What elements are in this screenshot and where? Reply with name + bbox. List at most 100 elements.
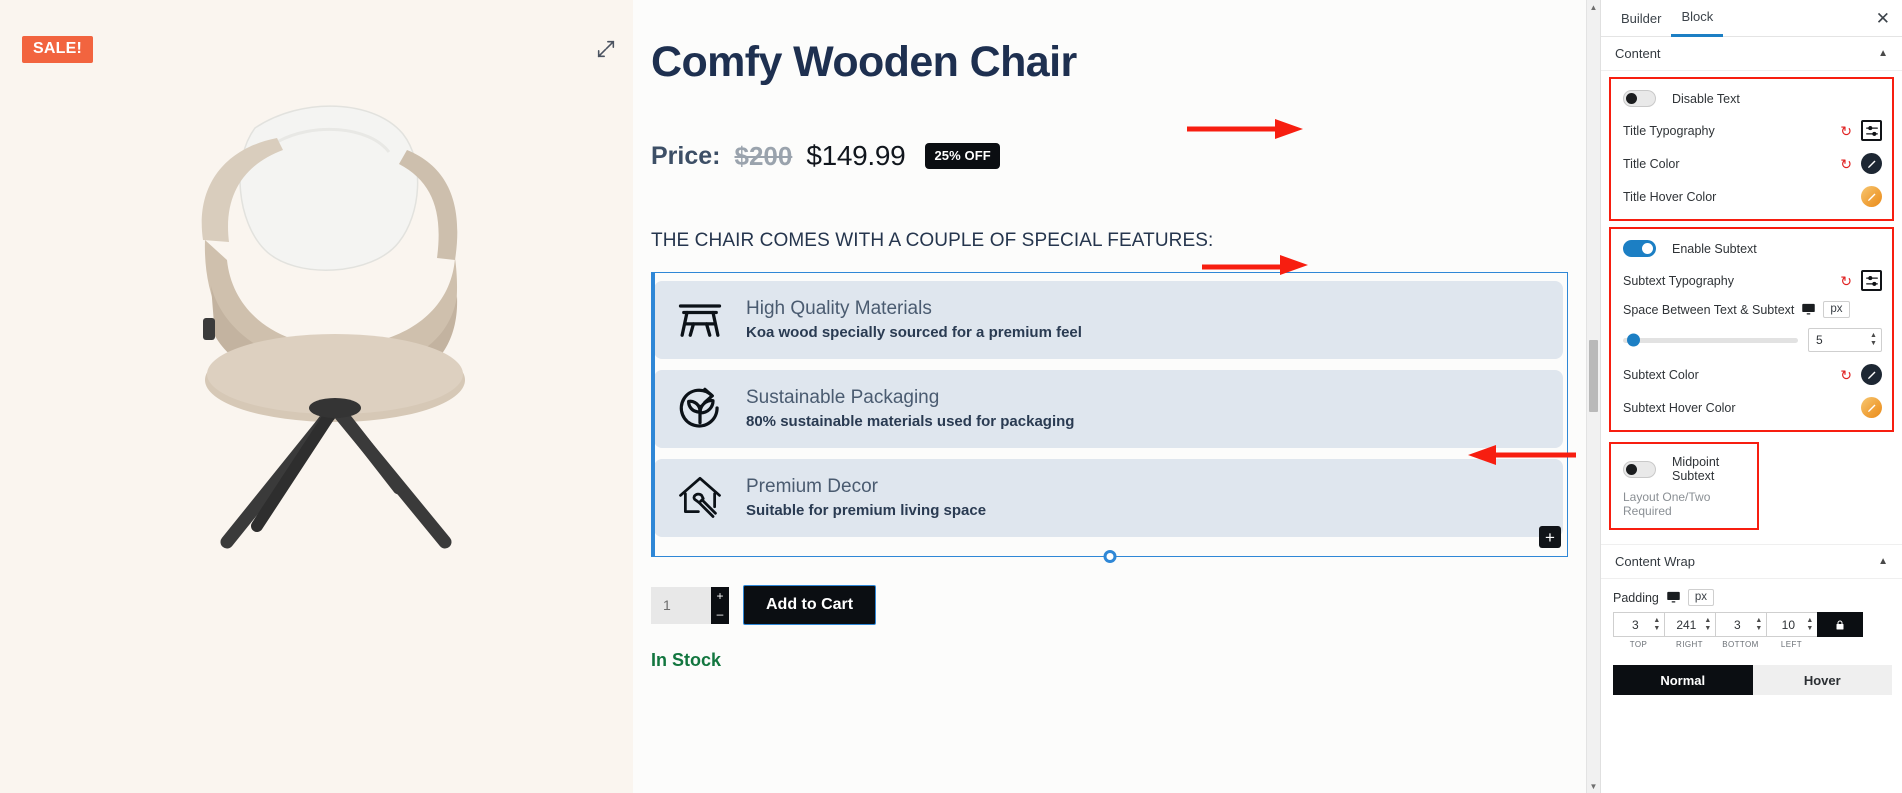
product-details-pane: Comfy Wooden Chair Price: $200 $149.99 2… bbox=[633, 0, 1600, 793]
reset-icon[interactable]: ↻ bbox=[1840, 274, 1852, 288]
padding-right-caption: RIGHT bbox=[1676, 640, 1703, 649]
spinner-up[interactable]: ▲ bbox=[1755, 617, 1763, 625]
page-scrollbar[interactable]: ▲ ▼ bbox=[1586, 0, 1600, 793]
block-accent-bar bbox=[652, 273, 655, 557]
feature-text: Sustainable Packaging 80% sustainable ma… bbox=[746, 387, 1074, 430]
reset-icon[interactable]: ↻ bbox=[1840, 124, 1852, 138]
unit-px-chip[interactable]: px bbox=[1687, 589, 1715, 606]
feature-item[interactable]: Premium Decor Suitable for premium livin… bbox=[654, 459, 1563, 538]
padding-left-caption: LEFT bbox=[1780, 640, 1803, 649]
padding-left-field[interactable]: ▲ ▼ bbox=[1766, 612, 1818, 637]
spinner-down[interactable]: ▼ bbox=[1653, 625, 1661, 633]
disable-text-toggle[interactable] bbox=[1623, 90, 1656, 107]
number-spinner[interactable]: ▲ ▼ bbox=[1869, 332, 1881, 348]
enable-subtext-toggle[interactable] bbox=[1623, 240, 1656, 257]
number-spinner[interactable]: ▲ ▼ bbox=[1755, 617, 1766, 633]
slider-thumb[interactable] bbox=[1627, 333, 1641, 347]
section-title-content-wrap: Content Wrap bbox=[1615, 554, 1695, 569]
spinner-down[interactable]: ▼ bbox=[1755, 625, 1763, 633]
feature-title: High Quality Materials bbox=[746, 297, 932, 319]
padding-row: Padding px bbox=[1601, 579, 1902, 608]
scroll-down-arrow[interactable]: ▼ bbox=[1587, 779, 1600, 793]
spinner-up[interactable]: ▲ bbox=[1704, 617, 1712, 625]
features-heading: THE CHAIR COMES WITH A COUPLE OF SPECIAL… bbox=[651, 230, 1214, 252]
section-header-content-wrap[interactable]: Content Wrap ▲ bbox=[1601, 544, 1902, 579]
feature-text: High Quality Materials Koa wood speciall… bbox=[746, 298, 1082, 341]
reset-icon[interactable]: ↻ bbox=[1840, 368, 1852, 382]
chair-illustration bbox=[201, 105, 465, 549]
quantity-increase-button[interactable]: + bbox=[711, 586, 729, 606]
spinner-down[interactable]: ▼ bbox=[1869, 340, 1878, 348]
close-icon[interactable]: ✕ bbox=[1876, 10, 1890, 27]
section-header-content[interactable]: Content ▲ bbox=[1601, 37, 1902, 71]
reset-icon[interactable]: ↻ bbox=[1840, 157, 1852, 171]
text-settings-group: Disable Text Title Typography ↻ Title Co… bbox=[1609, 77, 1894, 221]
title-hover-color-row: Title Hover Color bbox=[1611, 180, 1892, 213]
color-swatch-dark[interactable] bbox=[1861, 364, 1882, 385]
tab-builder[interactable]: Builder bbox=[1611, 0, 1671, 37]
recycle-plant-icon bbox=[679, 387, 719, 428]
space-between-input[interactable] bbox=[1809, 329, 1870, 351]
padding-right-input[interactable] bbox=[1665, 613, 1704, 636]
disable-text-row[interactable]: Disable Text bbox=[1611, 83, 1892, 114]
builder-sidebar: Builder Block ✕ Content ▲ Disable Text T… bbox=[1600, 0, 1902, 793]
sale-badge: SALE! bbox=[22, 36, 93, 63]
feature-item[interactable]: Sustainable Packaging 80% sustainable ma… bbox=[654, 370, 1563, 449]
add-to-cart-button[interactable]: Add to Cart bbox=[743, 585, 877, 626]
color-swatch-orange[interactable] bbox=[1861, 186, 1882, 207]
spinner-down[interactable]: ▼ bbox=[1806, 625, 1814, 633]
spinner-up[interactable]: ▲ bbox=[1806, 617, 1814, 625]
quantity-stepper[interactable]: + – bbox=[651, 586, 729, 624]
padding-right-field[interactable]: ▲ ▼ bbox=[1664, 612, 1716, 637]
subtext-hover-color-row: Subtext Hover Color bbox=[1611, 391, 1892, 424]
state-normal-button[interactable]: Normal bbox=[1613, 665, 1753, 695]
quantity-input[interactable] bbox=[651, 586, 711, 624]
chevron-up-icon[interactable]: ▲ bbox=[1878, 48, 1888, 59]
padding-top-caption: TOP bbox=[1629, 640, 1648, 649]
number-spinner[interactable]: ▲ ▼ bbox=[1653, 617, 1664, 633]
unit-px-chip[interactable]: px bbox=[1823, 301, 1850, 318]
padding-top-input[interactable] bbox=[1614, 613, 1653, 636]
midpoint-subtext-toggle[interactable] bbox=[1623, 460, 1656, 478]
lock-icon[interactable] bbox=[1817, 612, 1863, 637]
color-swatch-orange[interactable] bbox=[1861, 397, 1882, 418]
feature-subtext: Koa wood specially sourced for a premium… bbox=[746, 323, 1082, 341]
padding-top-field[interactable]: ▲ ▼ bbox=[1613, 612, 1665, 637]
typography-icon[interactable] bbox=[1861, 270, 1882, 291]
desktop-icon[interactable] bbox=[1801, 302, 1816, 317]
scrollbar-thumb[interactable] bbox=[1589, 340, 1598, 412]
number-spinner[interactable]: ▲ ▼ bbox=[1704, 617, 1715, 633]
number-spinner[interactable]: ▲ ▼ bbox=[1806, 617, 1817, 633]
feature-item[interactable]: High Quality Materials Koa wood speciall… bbox=[654, 281, 1563, 360]
sidebar-body: Disable Text Title Typography ↻ Title Co… bbox=[1601, 71, 1902, 793]
padding-bottom-field[interactable]: ▲ ▼ bbox=[1715, 612, 1767, 637]
chevron-up-icon[interactable]: ▲ bbox=[1878, 556, 1888, 567]
state-hover-button[interactable]: Hover bbox=[1752, 665, 1892, 695]
scroll-up-arrow[interactable]: ▲ bbox=[1587, 0, 1600, 14]
block-resize-handle[interactable] bbox=[1103, 550, 1116, 564]
subtext-settings-group: Enable Subtext Subtext Typography ↻ Spac… bbox=[1609, 227, 1894, 432]
feature-text: Premium Decor Suitable for premium livin… bbox=[746, 476, 986, 519]
spinner-up[interactable]: ▲ bbox=[1653, 617, 1661, 625]
quantity-buttons: + – bbox=[711, 586, 729, 624]
spinner-down[interactable]: ▼ bbox=[1704, 625, 1712, 633]
desktop-icon[interactable] bbox=[1666, 590, 1681, 605]
product-photo bbox=[0, 90, 633, 650]
padding-bottom-input[interactable] bbox=[1716, 613, 1755, 636]
padding-left-input[interactable] bbox=[1767, 613, 1806, 636]
spinner-up[interactable]: ▲ bbox=[1869, 332, 1878, 340]
title-hover-color-label: Title Hover Color bbox=[1623, 189, 1717, 204]
enable-subtext-row[interactable]: Enable Subtext bbox=[1611, 233, 1892, 264]
tab-block[interactable]: Block bbox=[1671, 0, 1724, 37]
typography-icon[interactable] bbox=[1861, 120, 1882, 141]
add-block-button[interactable]: + bbox=[1539, 526, 1561, 549]
space-between-slider[interactable] bbox=[1623, 333, 1798, 347]
selected-features-block[interactable]: High Quality Materials Koa wood speciall… bbox=[651, 272, 1568, 564]
product-title: Comfy Wooden Chair bbox=[651, 38, 1077, 86]
midpoint-subtext-row[interactable]: Midpoint Subtext bbox=[1611, 448, 1757, 490]
expand-icon[interactable] bbox=[595, 38, 617, 60]
space-between-number-field[interactable]: ▲ ▼ bbox=[1808, 328, 1882, 352]
color-swatch-dark[interactable] bbox=[1861, 153, 1882, 174]
quantity-decrease-button[interactable]: – bbox=[711, 605, 729, 624]
title-typography-label: Title Typography bbox=[1623, 123, 1715, 138]
